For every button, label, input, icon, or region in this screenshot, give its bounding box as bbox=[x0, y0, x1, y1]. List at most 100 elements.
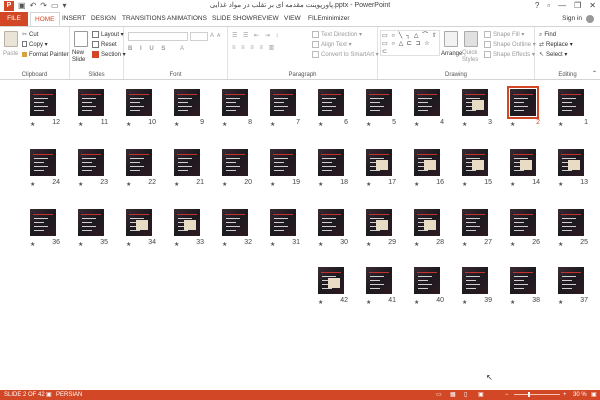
replace-button[interactable]: ⇄ Replace ▾ bbox=[539, 41, 573, 49]
transition-star-icon[interactable]: ★ bbox=[126, 241, 131, 248]
close-button[interactable]: ✕ bbox=[589, 0, 596, 11]
transition-star-icon[interactable]: ★ bbox=[126, 121, 131, 128]
font-name-dropdown[interactable] bbox=[128, 32, 188, 41]
fit-to-window-icon[interactable]: ▣ bbox=[591, 391, 597, 399]
avatar[interactable] bbox=[586, 15, 594, 23]
align-text-button[interactable]: Align Text ▾ bbox=[312, 41, 352, 49]
transition-star-icon[interactable]: ★ bbox=[318, 299, 323, 306]
transition-star-icon[interactable]: ★ bbox=[462, 299, 467, 306]
cut-button[interactable]: ✂ Cut bbox=[22, 31, 38, 39]
zoom-slider[interactable] bbox=[514, 394, 560, 395]
tab-file[interactable]: FILE bbox=[0, 12, 28, 26]
transition-star-icon[interactable]: ★ bbox=[366, 121, 371, 128]
normal-view-icon[interactable]: ▭ bbox=[436, 391, 442, 399]
language-status[interactable]: PERSIAN bbox=[56, 391, 82, 399]
help-button[interactable]: ? bbox=[535, 0, 539, 11]
transition-star-icon[interactable]: ★ bbox=[462, 181, 467, 188]
reading-view-icon[interactable]: ▯ bbox=[464, 391, 467, 399]
zoom-out-button[interactable]: − bbox=[505, 391, 509, 399]
transition-star-icon[interactable]: ★ bbox=[78, 241, 83, 248]
alignment-buttons[interactable]: ≡ ≡ ≡ ≡ ▥ bbox=[232, 44, 276, 52]
save-icon[interactable]: ▣ bbox=[18, 1, 26, 11]
transition-star-icon[interactable]: ★ bbox=[174, 181, 179, 188]
tab-review[interactable]: REVIEW bbox=[253, 13, 279, 25]
spell-check-icon[interactable]: ▣ bbox=[46, 391, 52, 399]
transition-star-icon[interactable]: ★ bbox=[270, 121, 275, 128]
transition-star-icon[interactable]: ★ bbox=[510, 241, 515, 248]
collapse-ribbon-icon[interactable]: ⌃ bbox=[592, 70, 597, 78]
undo-icon[interactable]: ↶ bbox=[30, 1, 37, 11]
arrange-button[interactable]: Arrange bbox=[441, 50, 462, 58]
transition-star-icon[interactable]: ★ bbox=[78, 181, 83, 188]
customize-qat-icon[interactable]: ▾ bbox=[63, 1, 67, 11]
select-button[interactable]: ↖ Select ▾ bbox=[539, 51, 567, 59]
font-color-icon[interactable]: A bbox=[180, 45, 184, 53]
shapes-gallery[interactable]: ▭ ○ ╲ ┐ △ ⌒ ⇧▭ ○ △ ⊏ ⊐ ☆ ⊂⊳ ⊲ { } ☆ ▾ bbox=[380, 30, 440, 56]
quick-styles-button[interactable]: Quick Styles bbox=[462, 50, 482, 64]
shrink-font-icon[interactable]: A bbox=[217, 32, 220, 40]
tab-design[interactable]: DESIGN bbox=[91, 13, 116, 25]
transition-star-icon[interactable]: ★ bbox=[174, 121, 179, 128]
transition-star-icon[interactable]: ★ bbox=[558, 299, 563, 306]
transition-star-icon[interactable]: ★ bbox=[318, 241, 323, 248]
transition-star-icon[interactable]: ★ bbox=[222, 181, 227, 188]
tab-insert[interactable]: INSERT bbox=[62, 13, 86, 25]
paste-icon[interactable] bbox=[4, 31, 18, 47]
transition-star-icon[interactable]: ★ bbox=[558, 241, 563, 248]
arrange-icon[interactable] bbox=[444, 31, 458, 47]
transition-star-icon[interactable]: ★ bbox=[510, 121, 515, 128]
font-size-dropdown[interactable] bbox=[190, 32, 208, 41]
sign-in-link[interactable]: Sign in bbox=[562, 13, 582, 25]
transition-star-icon[interactable]: ★ bbox=[30, 181, 35, 188]
transition-star-icon[interactable]: ★ bbox=[414, 241, 419, 248]
slide-show-icon[interactable]: ▣ bbox=[478, 391, 484, 399]
reset-button[interactable]: Reset bbox=[92, 41, 117, 49]
text-direction-button[interactable]: Text Direction ▾ bbox=[312, 31, 362, 39]
copy-button[interactable]: Copy ▾ bbox=[22, 41, 48, 49]
transition-star-icon[interactable]: ★ bbox=[270, 241, 275, 248]
redo-icon[interactable]: ↷ bbox=[40, 1, 47, 11]
transition-star-icon[interactable]: ★ bbox=[30, 241, 35, 248]
transition-star-icon[interactable]: ★ bbox=[78, 121, 83, 128]
zoom-slider-thumb[interactable] bbox=[528, 392, 530, 397]
zoom-in-button[interactable]: + bbox=[563, 391, 567, 399]
tab-animations[interactable]: ANIMATIONS bbox=[167, 13, 207, 25]
quick-styles-icon[interactable] bbox=[464, 31, 478, 47]
tab-home[interactable]: HOME bbox=[30, 12, 60, 26]
transition-star-icon[interactable]: ★ bbox=[510, 299, 515, 306]
transition-star-icon[interactable]: ★ bbox=[462, 241, 467, 248]
convert-to-smartart-button[interactable]: Convert to SmartArt ▾ bbox=[312, 51, 379, 59]
font-style-buttons[interactable]: B I U S bbox=[128, 45, 168, 53]
transition-star-icon[interactable]: ★ bbox=[558, 181, 563, 188]
new-slide-icon[interactable] bbox=[74, 31, 88, 47]
transition-star-icon[interactable]: ★ bbox=[318, 121, 323, 128]
transition-star-icon[interactable]: ★ bbox=[366, 241, 371, 248]
tab-slide-show[interactable]: SLIDE SHOW bbox=[212, 13, 253, 25]
transition-star-icon[interactable]: ★ bbox=[414, 299, 419, 306]
start-from-beginning-icon[interactable]: ▭ bbox=[51, 1, 59, 11]
transition-star-icon[interactable]: ★ bbox=[30, 121, 35, 128]
paste-button[interactable]: Paste bbox=[3, 50, 18, 58]
transition-star-icon[interactable]: ★ bbox=[318, 181, 323, 188]
shape-effects-button[interactable]: Shape Effects ▾ bbox=[484, 51, 535, 59]
ribbon-display-options-icon[interactable]: ▫ bbox=[547, 0, 550, 11]
restore-button[interactable]: ❐ bbox=[574, 0, 581, 11]
transition-star-icon[interactable]: ★ bbox=[270, 181, 275, 188]
transition-star-icon[interactable]: ★ bbox=[414, 121, 419, 128]
list-buttons[interactable]: ☰ ☰ ⇤ ⇥ ↕ bbox=[232, 32, 280, 40]
new-slide-button[interactable]: New Slide bbox=[72, 50, 90, 64]
minimize-button[interactable]: — bbox=[558, 0, 566, 11]
slide-sorter-view-icon[interactable]: ▦ bbox=[450, 391, 456, 399]
transition-star-icon[interactable]: ★ bbox=[174, 241, 179, 248]
transition-star-icon[interactable]: ★ bbox=[126, 181, 131, 188]
transition-star-icon[interactable]: ★ bbox=[510, 181, 515, 188]
tab-view[interactable]: VIEW bbox=[284, 13, 301, 25]
transition-star-icon[interactable]: ★ bbox=[414, 181, 419, 188]
transition-star-icon[interactable]: ★ bbox=[366, 181, 371, 188]
transition-star-icon[interactable]: ★ bbox=[558, 121, 563, 128]
grow-font-icon[interactable]: A bbox=[210, 32, 214, 40]
format-painter-button[interactable]: Format Painter bbox=[22, 51, 69, 59]
transition-star-icon[interactable]: ★ bbox=[222, 241, 227, 248]
find-button[interactable]: ⌕ Find bbox=[539, 31, 556, 39]
transition-star-icon[interactable]: ★ bbox=[222, 121, 227, 128]
